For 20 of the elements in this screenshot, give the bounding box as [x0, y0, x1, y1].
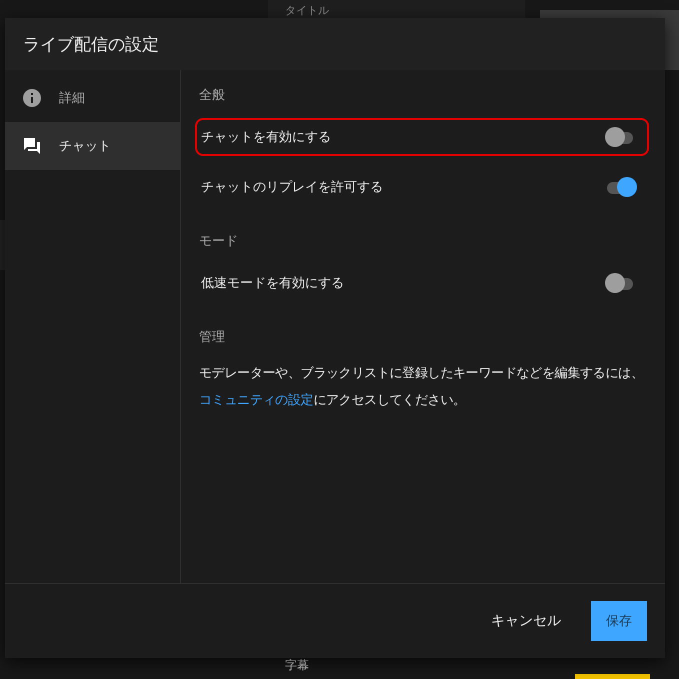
sidebar-item[interactable]: 詳細 [5, 74, 180, 122]
setting-label: 低速モードを有効にする [201, 275, 344, 292]
section-heading: 全般 [199, 87, 226, 104]
column-label: タイトル [285, 3, 329, 18]
cancel-button[interactable]: キャンセル [483, 604, 569, 638]
toggle-switch[interactable] [605, 177, 635, 197]
chat-icon [23, 137, 41, 155]
save-button[interactable]: 保存 [591, 601, 647, 641]
info-icon [23, 89, 41, 107]
setting-label: チャットのリプレイを許可する [201, 179, 383, 196]
dialog-title: ライブ配信の設定 [23, 34, 159, 56]
toggle-switch[interactable] [605, 273, 635, 293]
toggle-switch[interactable] [605, 127, 635, 147]
sidebar-item[interactable]: チャット [5, 122, 180, 170]
settings-link[interactable]: コミュニティの設定 [199, 393, 314, 408]
setting-label: チャットを有効にする [201, 129, 331, 146]
tab-label: 字幕 [285, 657, 309, 674]
info-paragraph: モデレーターや、ブラックリストに登録したキーワードなどを編集するには、 コミュニティの設定にアクセスしてください。 [199, 365, 645, 410]
section-heading: 管理 [199, 329, 226, 346]
section-heading: モード [199, 233, 239, 250]
